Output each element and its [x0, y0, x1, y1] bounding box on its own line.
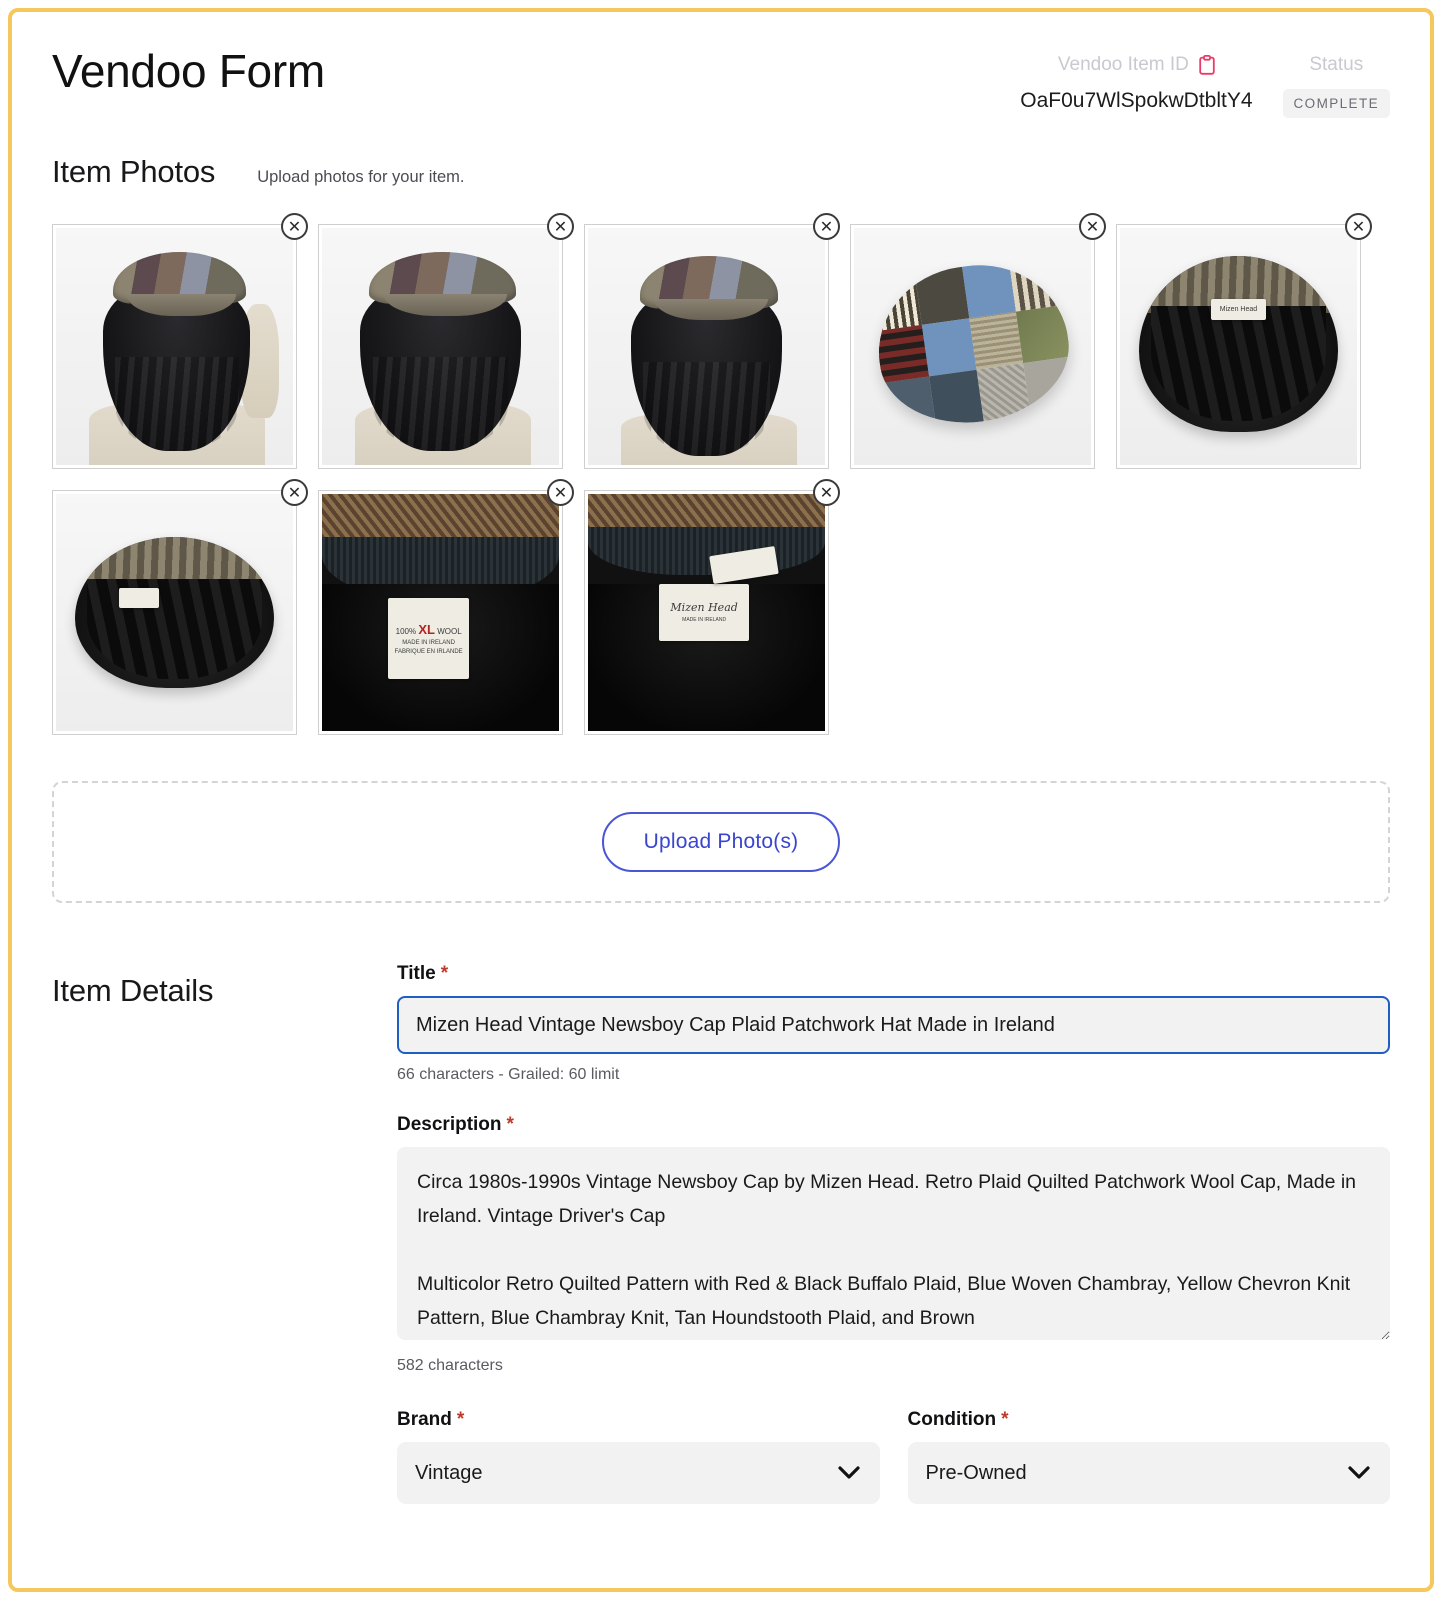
photo-image [56, 228, 293, 465]
photo-thumbnail[interactable]: ✕ [52, 479, 308, 735]
title-label: Title [397, 963, 436, 984]
upload-photos-button[interactable]: Upload Photo(s) [601, 812, 841, 872]
photo-image [588, 228, 825, 465]
condition-field-group: Condition * [907, 1409, 1391, 1504]
description-textarea[interactable]: Circa 1980s-1990s Vintage Newsboy Cap by… [397, 1147, 1390, 1340]
photo-thumbnail[interactable]: ✕ [318, 213, 574, 469]
form-card: Vendoo Form Vendoo Item ID OaF0u7WlSpokw… [8, 8, 1434, 1592]
item-id-label-row: Vendoo Item ID [1058, 54, 1215, 76]
title-character-count: 66 characters - Grailed: 60 limit [397, 1066, 620, 1083]
required-marker: * [506, 1114, 514, 1135]
photo-thumbnail[interactable]: ✕ Mizen Head [1116, 213, 1372, 469]
brand-label-row: Brand * [397, 1409, 880, 1431]
brand-condition-row: Brand * Vintage Condition * Pre-Owned [397, 1409, 1390, 1504]
clipboard-icon[interactable] [1199, 54, 1215, 75]
status-block: Status COMPLETE [1282, 54, 1390, 118]
close-circle-icon[interactable]: ✕ [813, 213, 840, 240]
item-details-title: Item Details [52, 973, 214, 1008]
required-marker: * [440, 963, 449, 984]
description-label-row: Description * [397, 1114, 1390, 1136]
photo-thumbnail[interactable]: ✕ [52, 213, 308, 469]
photo-image [56, 494, 293, 731]
close-circle-icon[interactable]: ✕ [1079, 213, 1106, 240]
vendoo-form-page: Vendoo Form Vendoo Item ID OaF0u7WlSpokw… [0, 0, 1442, 1600]
close-circle-icon[interactable]: ✕ [813, 479, 840, 506]
item-details-fields: Title * 66 characters - Grailed: 60 limi… [397, 963, 1390, 1504]
title-field-group: Title * 66 characters - Grailed: 60 limi… [397, 963, 1390, 1084]
title-input[interactable] [397, 996, 1390, 1054]
description-field-group: Description * Circa 1980s-1990s Vintage … [397, 1114, 1390, 1375]
photo-image [854, 228, 1091, 465]
close-circle-icon[interactable]: ✕ [281, 479, 308, 506]
photo-thumbnail[interactable]: ✕ [850, 213, 1106, 469]
close-circle-icon[interactable]: ✕ [547, 213, 574, 240]
condition-label-row: Condition * [908, 1409, 1391, 1431]
brand-select-wrap [397, 1442, 880, 1504]
item-photos-title: Item Photos [52, 154, 216, 189]
description-character-count: 582 characters [397, 1357, 503, 1374]
status-badge: COMPLETE [1282, 89, 1390, 118]
photo-thumbnail[interactable]: ✕ [584, 213, 840, 469]
photo-image: Mizen Head MADE IN IRELAND [588, 494, 825, 731]
status-label: Status [1309, 54, 1364, 75]
description-label: Description [397, 1114, 502, 1135]
photo-image [322, 228, 559, 465]
close-circle-icon[interactable]: ✕ [1345, 213, 1372, 240]
form-header: Vendoo Form Vendoo Item ID OaF0u7WlSpokw… [52, 12, 1390, 118]
title-label-row: Title * [397, 963, 1390, 985]
item-id-block: Vendoo Item ID OaF0u7WlSpokwDtbltY4 [1020, 54, 1252, 113]
item-id-label: Vendoo Item ID [1057, 54, 1189, 75]
item-id-value: OaF0u7WlSpokwDtbltY4 [1020, 89, 1253, 112]
close-circle-icon[interactable]: ✕ [547, 479, 574, 506]
header-meta: Vendoo Item ID OaF0u7WlSpokwDtbltY4 Stat… [1020, 46, 1390, 118]
condition-select-wrap [907, 1442, 1390, 1504]
item-photos-subtitle: Upload photos for your item. [257, 168, 465, 186]
close-circle-icon[interactable]: ✕ [281, 213, 308, 240]
photo-image: Mizen Head [1120, 228, 1357, 465]
photo-thumbnail[interactable]: ✕ 100% XL WOOL MADE IN IRELAND FABRIQUE … [318, 479, 574, 735]
required-marker: * [456, 1409, 465, 1430]
item-details-heading-col: Item Details [52, 963, 397, 1504]
brand-field-group: Brand * [397, 1409, 880, 1504]
brand-label: Brand [397, 1409, 452, 1430]
item-details-section: Item Details Title * 66 characters - Gra… [52, 963, 1390, 1504]
photo-grid: ✕ ✕ ✕ ✕ ✕ Mizen Head ✕ ✕ 100% XL WOOL MA… [52, 213, 1390, 735]
required-marker: * [1001, 1409, 1009, 1430]
condition-label: Condition [907, 1409, 997, 1430]
photo-image: 100% XL WOOL MADE IN IRELAND FABRIQUE EN… [322, 494, 559, 731]
item-photos-header: Item Photos Upload photos for your item. [52, 154, 1390, 190]
upload-dropzone[interactable]: Upload Photo(s) [52, 781, 1390, 903]
photo-thumbnail[interactable]: ✕ Mizen Head MADE IN IRELAND [584, 479, 840, 735]
condition-select[interactable] [907, 1442, 1390, 1504]
page-title: Vendoo Form [52, 45, 325, 97]
brand-select[interactable] [397, 1442, 880, 1504]
